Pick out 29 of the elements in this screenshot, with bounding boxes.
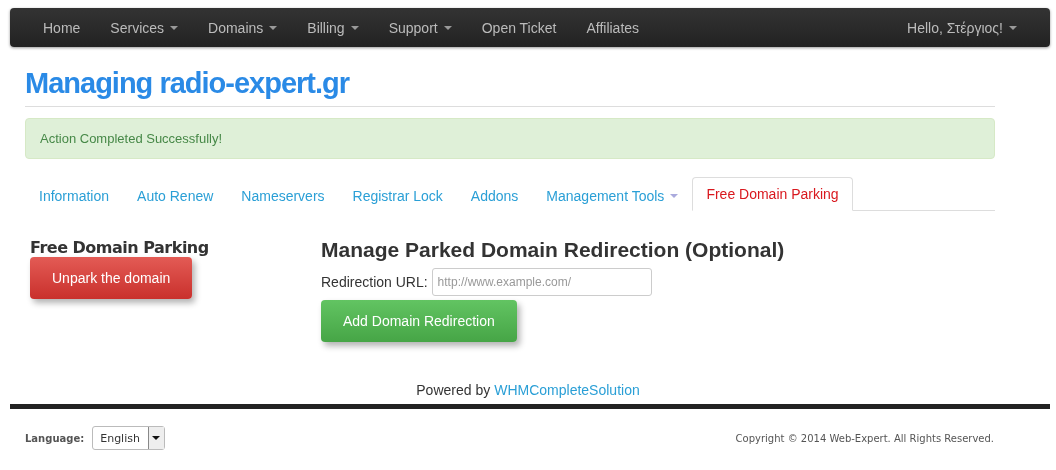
nav-link[interactable]: Hello, Στέργιος!: [892, 19, 1032, 36]
add-redirection-button[interactable]: Add Domain Redirection: [321, 300, 517, 342]
caret-icon: [170, 25, 179, 30]
success-alert: Action Completed Successfully!: [25, 118, 995, 159]
section-heading: Manage Parked Domain Redirection (Optional): [321, 238, 785, 262]
nav-link[interactable]: Domains: [193, 19, 293, 36]
field-label: Redirection URL:: [321, 274, 428, 290]
caret-icon: [443, 25, 452, 30]
caret-icon: [1009, 25, 1017, 30]
powered-by-link[interactable]: WHMCompleteSolution: [494, 382, 640, 398]
tab[interactable]: Free Domain Parking: [692, 177, 853, 211]
caret-icon: [350, 25, 359, 30]
language-label: Language:: [25, 432, 85, 444]
language-select[interactable]: English: [92, 426, 165, 450]
nav-link[interactable]: Support: [373, 19, 467, 36]
url-input-field[interactable]: http://www.example.com/: [431, 268, 652, 296]
powered-by-text: Powered by: [416, 382, 491, 398]
nav-link[interactable]: Open Ticket: [466, 19, 572, 36]
nav-link[interactable]: Billing: [292, 19, 374, 36]
unpark-button[interactable]: Unpark the domain: [30, 257, 193, 299]
nav-link[interactable]: Services: [95, 19, 194, 36]
sidebar-heading: Free Domain Parking: [30, 238, 210, 257]
caret-icon: [269, 25, 278, 30]
nav-link[interactable]: Affiliates: [571, 19, 655, 36]
nav-link[interactable]: Home: [28, 19, 96, 36]
copyright-text: Copyright © 2014 Web-Expert. All Rights Reserved.: [735, 432, 994, 444]
caret-icon: [152, 436, 161, 440]
caret-icon: [670, 194, 679, 198]
page-title: Managing radio-expert.gr: [25, 67, 995, 107]
